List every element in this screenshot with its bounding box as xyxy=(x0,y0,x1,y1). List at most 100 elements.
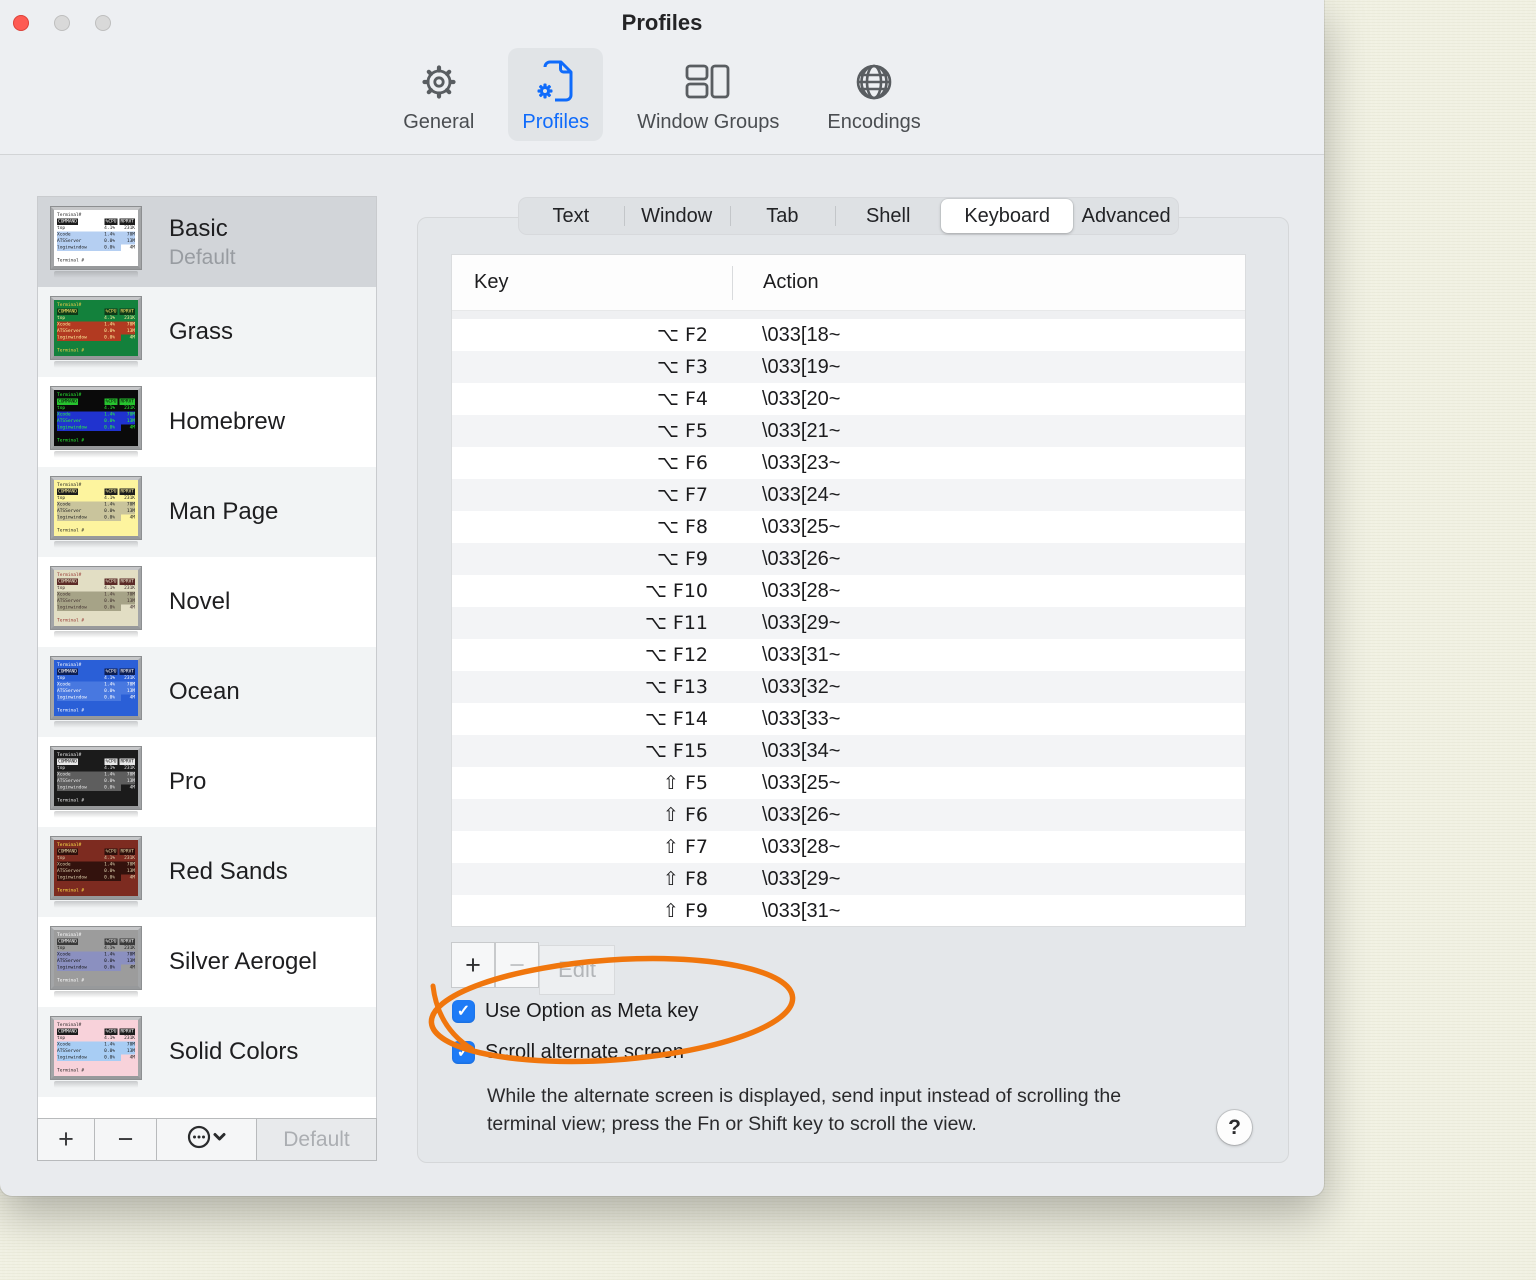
terminal-preview-row: ATSServer 0.0% 13M xyxy=(57,507,135,514)
add-key-button[interactable]: + xyxy=(451,942,495,988)
key-cell: ⌥ F8 xyxy=(657,516,708,538)
key-cell: ⌥ F9 xyxy=(657,548,708,570)
terminal-preview-row: ATSServer 0.0% 13M xyxy=(57,777,135,784)
help-button[interactable]: ? xyxy=(1217,1110,1252,1145)
table-row[interactable]: ⇧ F6 \033[26~ xyxy=(452,799,1245,831)
thumbnail-reflection xyxy=(54,900,138,908)
column-header-action[interactable]: Action xyxy=(732,265,1245,300)
profile-list-item[interactable]: Terminal# COMMAND %CPU RPRVT top 4.1% 23… xyxy=(38,287,376,377)
profile-list-item[interactable]: Terminal# COMMAND %CPU RPRVT top 4.1% 23… xyxy=(38,467,376,557)
table-row[interactable]: ⇧ F7 \033[28~ xyxy=(452,831,1245,863)
terminal-preview-row: top 4.1% 231K xyxy=(57,855,135,860)
action-cell: \033[34~ xyxy=(762,739,841,762)
profile-list: Terminal# COMMAND %CPU RPRVT top 4.1% 23… xyxy=(38,197,376,1117)
table-row[interactable]: ⌥ F3 \033[19~ xyxy=(452,351,1245,383)
table-row[interactable]: ⌥ F13 \033[32~ xyxy=(452,671,1245,703)
table-row[interactable]: ⌥ F4 \033[20~ xyxy=(452,383,1245,415)
terminal-preview-rows: top 4.1% 231K Xcode 1.4% 78M ATSServer 0… xyxy=(57,315,135,341)
profile-sidebar: Terminal# COMMAND %CPU RPRVT top 4.1% 23… xyxy=(37,196,377,1161)
terminal-preview-title: Terminal# xyxy=(57,752,82,757)
terminal-preview-row: loginwindow 0.0% 4M xyxy=(57,424,135,431)
key-cell: ⌥ F4 xyxy=(657,388,708,410)
edit-key-button[interactable]: Edit xyxy=(539,945,615,995)
thumbnail-reflection xyxy=(54,990,138,998)
table-row[interactable]: ⌥ F14 \033[33~ xyxy=(452,703,1245,735)
toolbar-label-general: General xyxy=(403,111,475,133)
terminal-preview-row: loginwindow 0.0% 4M xyxy=(57,514,135,521)
table-row[interactable]: ⇧ F9 \033[31~ xyxy=(452,895,1245,926)
terminal-preview-title: Terminal# xyxy=(57,482,82,487)
key-cell: ⇧ F6 xyxy=(663,804,708,826)
table-row[interactable]: ⌥ F2 \033[18~ xyxy=(452,319,1245,351)
profile-list-item[interactable]: Terminal# COMMAND %CPU RPRVT top 4.1% 23… xyxy=(38,1007,376,1097)
action-cell: \033[26~ xyxy=(762,547,841,570)
toolbar-item-general[interactable]: General xyxy=(389,48,488,141)
settings-tab[interactable]: Text xyxy=(518,197,624,235)
toolbar-item-profiles[interactable]: Profiles xyxy=(508,48,604,141)
terminal-preview-title: Terminal# xyxy=(57,932,82,937)
settings-tab[interactable]: Tab xyxy=(729,197,836,235)
profile-list-item[interactable]: Terminal# COMMAND %CPU RPRVT top 4.1% 23… xyxy=(38,917,376,1007)
key-cell: ⇧ F5 xyxy=(663,772,708,794)
profile-list-item[interactable]: Terminal# COMMAND %CPU RPRVT top 4.1% 23… xyxy=(38,377,376,467)
table-row[interactable]: ⇧ F5 \033[25~ xyxy=(452,767,1245,799)
table-row[interactable]: ⇧ F8 \033[29~ xyxy=(452,863,1245,895)
action-cell: \033[25~ xyxy=(762,515,841,538)
more-options-button[interactable] xyxy=(157,1119,257,1160)
profile-list-item[interactable]: Terminal# COMMAND %CPU RPRVT top 4.1% 23… xyxy=(38,647,376,737)
toolbar-item-encodings[interactable]: Encodings xyxy=(813,48,934,141)
terminal-preview-header: COMMAND %CPU RPRVT xyxy=(57,758,135,765)
profile-list-item[interactable]: Terminal# COMMAND %CPU RPRVT top 4.1% 23… xyxy=(38,197,376,287)
use-option-as-meta-checkbox[interactable]: ✓ xyxy=(452,999,475,1023)
default-profile-button[interactable]: Default xyxy=(257,1119,376,1160)
settings-tab[interactable]: Shell xyxy=(835,197,941,235)
table-row[interactable]: ⌥ F12 \033[31~ xyxy=(452,639,1245,671)
terminal-preview-row: top 4.1% 231K xyxy=(57,765,135,770)
remove-key-button[interactable]: − xyxy=(495,942,539,988)
remove-profile-button[interactable]: − xyxy=(95,1119,157,1160)
key-cell: ⌥ F12 xyxy=(644,644,708,666)
profile-list-item[interactable]: Terminal# COMMAND %CPU RPRVT top 4.1% 23… xyxy=(38,557,376,647)
table-row[interactable]: ⌥ F6 \033[23~ xyxy=(452,447,1245,479)
action-cell: \033[29~ xyxy=(762,611,841,634)
table-row[interactable]: ⌥ F5 \033[21~ xyxy=(452,415,1245,447)
terminal-preview-title: Terminal# xyxy=(57,662,82,667)
table-row[interactable]: ⌥ F7 \033[24~ xyxy=(452,479,1245,511)
action-cell: \033[29~ xyxy=(762,867,841,890)
terminal-preview-row: loginwindow 0.0% 4M xyxy=(57,874,135,881)
document-gear-icon xyxy=(535,56,577,108)
profile-name: Novel xyxy=(169,588,231,615)
action-cell: \033[19~ xyxy=(762,355,841,378)
action-cell: \033[31~ xyxy=(762,643,841,666)
profile-name: Homebrew xyxy=(169,408,286,435)
terminal-preview-row: loginwindow 0.0% 4M xyxy=(57,604,135,611)
action-cell: \033[28~ xyxy=(762,835,841,858)
toolbar-item-window-groups[interactable]: Window Groups xyxy=(623,48,793,141)
table-row[interactable]: ⌥ F9 \033[26~ xyxy=(452,543,1245,575)
table-row[interactable]: ⌥ F8 \033[25~ xyxy=(452,511,1245,543)
table-row[interactable]: ⌥ F15 \033[34~ xyxy=(452,735,1245,767)
terminal-preview-row: Xcode 1.4% 78M xyxy=(57,591,135,598)
table-row[interactable]: ⌥ F11 \033[29~ xyxy=(452,607,1245,639)
table-row[interactable]: ⌥ F10 \033[28~ xyxy=(452,575,1245,607)
terminal-preview-row: loginwindow 0.0% 4M xyxy=(57,334,135,341)
checkmark-icon: ✓ xyxy=(456,1044,471,1061)
scroll-alternate-screen-checkbox-row: ✓ Scroll alternate screen xyxy=(452,1039,684,1065)
preferences-window: Profiles General Profiles Window Groups … xyxy=(0,0,1324,1196)
profile-list-item[interactable]: Terminal# COMMAND %CPU RPRVT top 4.1% 23… xyxy=(38,827,376,917)
terminal-preview-row: top 4.1% 231K xyxy=(57,945,135,950)
profile-thumbnail: Terminal# COMMAND %CPU RPRVT top 4.1% 23… xyxy=(51,1016,143,1088)
key-cell: ⌥ F2 xyxy=(657,324,708,346)
profile-list-item[interactable]: Terminal# COMMAND %CPU RPRVT top 4.1% 23… xyxy=(38,737,376,827)
terminal-preview-rows: top 4.1% 231K Xcode 1.4% 78M ATSServer 0… xyxy=(57,585,135,611)
settings-tab[interactable]: Window xyxy=(623,197,730,235)
terminal-preview-row: Xcode 1.4% 78M xyxy=(57,501,135,508)
column-header-key[interactable]: Key xyxy=(452,271,732,294)
terminal-preview-header: COMMAND %CPU RPRVT xyxy=(57,1028,135,1035)
settings-tab[interactable]: Keyboard xyxy=(941,199,1074,233)
terminal-preview-prompt: Terminal # xyxy=(57,617,85,623)
add-profile-button[interactable]: + xyxy=(38,1119,95,1160)
terminal-preview-prompt: Terminal # xyxy=(57,347,85,353)
scroll-alternate-screen-checkbox[interactable]: ✓ xyxy=(452,1040,475,1064)
settings-tab[interactable]: Advanced xyxy=(1073,197,1179,235)
